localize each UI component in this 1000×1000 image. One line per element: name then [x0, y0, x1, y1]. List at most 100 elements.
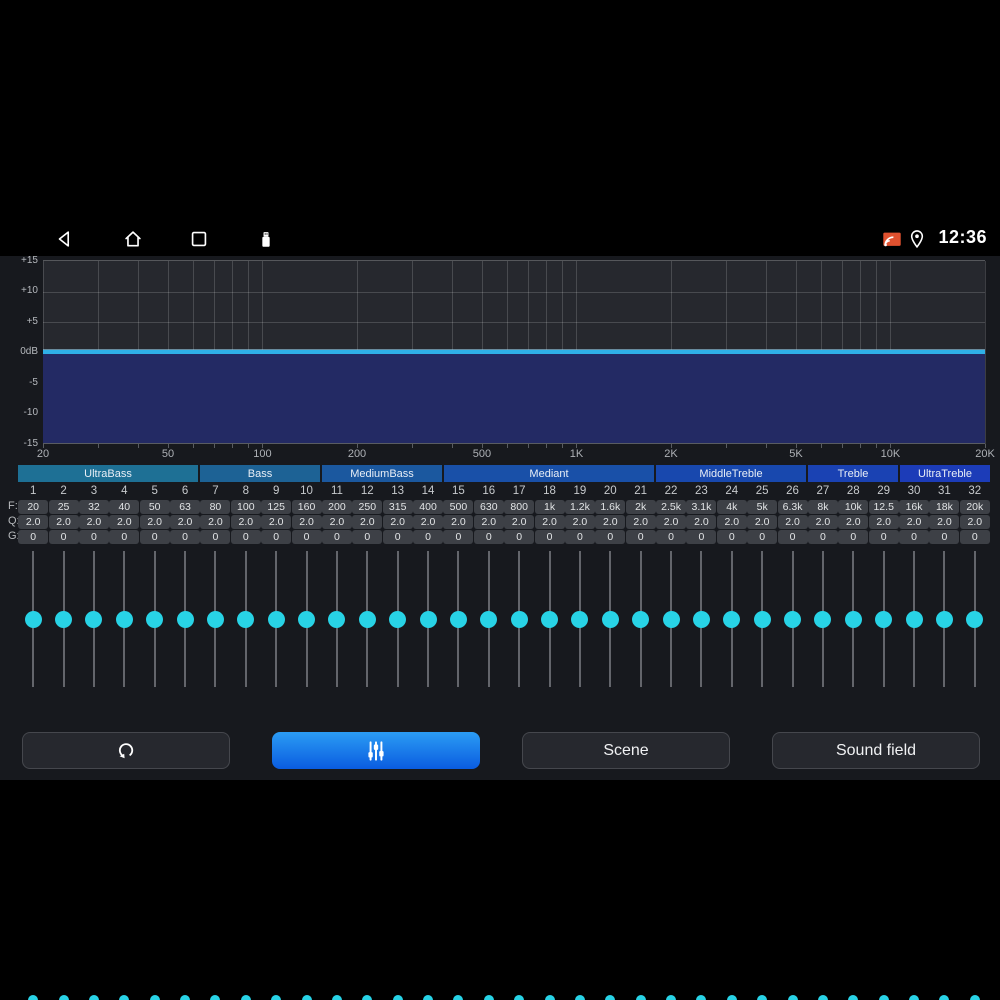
band-gain-chip[interactable]: 0	[321, 530, 352, 544]
band-frequency-chip[interactable]: 2k	[625, 500, 656, 514]
gain-slider-knob[interactable]	[419, 610, 437, 628]
gain-slider[interactable]	[322, 546, 352, 1000]
q-indicator-dot[interactable]	[119, 995, 130, 1000]
q-indicator-dot[interactable]	[392, 995, 403, 1000]
band-frequency-chip[interactable]: 16k	[899, 500, 930, 514]
band-frequency-chip[interactable]: 160	[291, 500, 322, 514]
band-frequency-chip[interactable]: 500	[443, 500, 474, 514]
band-frequency-chip[interactable]: 100	[230, 500, 261, 514]
gain-slider-knob[interactable]	[662, 610, 680, 628]
band-frequency-chip[interactable]: 630	[473, 500, 504, 514]
band-q-chip[interactable]: 2.0	[656, 515, 687, 529]
gain-slider-knob[interactable]	[632, 610, 650, 628]
gain-slider-knob[interactable]	[206, 610, 224, 628]
band-frequency-chip[interactable]: 20k	[959, 500, 990, 514]
gain-slider-knob[interactable]	[510, 610, 528, 628]
q-indicator-dot[interactable]	[817, 995, 828, 1000]
gain-slider[interactable]	[656, 546, 686, 1000]
band-frequency-chip[interactable]: 25	[48, 500, 79, 514]
band-q-chip[interactable]: 2.0	[838, 515, 869, 529]
band-gain-chip[interactable]: 0	[443, 530, 474, 544]
band-frequency-chip[interactable]: 3.1k	[686, 500, 717, 514]
band-frequency-chip[interactable]: 125	[261, 500, 292, 514]
usb-icon[interactable]	[255, 228, 277, 250]
q-indicator-dot[interactable]	[149, 995, 160, 1000]
band-frequency-chip[interactable]: 1.6k	[595, 500, 626, 514]
band-frequency-chip[interactable]: 18k	[929, 500, 960, 514]
q-indicator-dot[interactable]	[301, 995, 312, 1000]
gain-slider-knob[interactable]	[358, 610, 376, 628]
back-icon[interactable]	[54, 228, 76, 250]
gain-slider-knob[interactable]	[723, 610, 741, 628]
band-gain-chip[interactable]: 0	[473, 530, 504, 544]
band-gain-chip[interactable]: 0	[625, 530, 656, 544]
gain-slider[interactable]	[140, 546, 170, 1000]
gain-slider[interactable]	[717, 546, 747, 1000]
band-frequency-chip[interactable]: 63	[170, 500, 201, 514]
gain-slider[interactable]	[48, 546, 78, 1000]
band-gain-chip[interactable]: 0	[18, 530, 49, 544]
home-icon[interactable]	[122, 228, 144, 250]
band-q-chip[interactable]: 2.0	[534, 515, 565, 529]
band-q-chip[interactable]: 2.0	[747, 515, 778, 529]
band-gain-chip[interactable]: 0	[838, 530, 869, 544]
gain-slider-knob[interactable]	[176, 610, 194, 628]
band-frequency-chip[interactable]: 10k	[838, 500, 869, 514]
band-gain-chip[interactable]: 0	[899, 530, 930, 544]
band-q-chip[interactable]: 2.0	[230, 515, 261, 529]
gain-slider-knob[interactable]	[267, 610, 285, 628]
q-indicator-dot[interactable]	[909, 995, 920, 1000]
gain-slider[interactable]	[808, 546, 838, 1000]
band-q-chip[interactable]: 2.0	[443, 515, 474, 529]
gain-slider[interactable]	[352, 546, 382, 1000]
gain-slider-knob[interactable]	[55, 610, 73, 628]
q-indicator-dot[interactable]	[483, 995, 494, 1000]
gain-slider-knob[interactable]	[298, 610, 316, 628]
q-indicator-dot[interactable]	[757, 995, 768, 1000]
gain-slider[interactable]	[474, 546, 504, 1000]
band-frequency-chip[interactable]: 50	[139, 500, 170, 514]
gain-slider[interactable]	[443, 546, 473, 1000]
recents-icon[interactable]	[188, 228, 210, 250]
band-gain-chip[interactable]: 0	[413, 530, 444, 544]
q-indicator-dot[interactable]	[574, 995, 585, 1000]
gain-slider-knob[interactable]	[541, 610, 559, 628]
band-frequency-chip[interactable]: 40	[109, 500, 140, 514]
band-frequency-chip[interactable]: 20	[18, 500, 49, 514]
band-q-chip[interactable]: 2.0	[564, 515, 595, 529]
band-q-chip[interactable]: 2.0	[625, 515, 656, 529]
band-q-chip[interactable]: 2.0	[291, 515, 322, 529]
gain-slider[interactable]	[686, 546, 716, 1000]
q-indicator-dot[interactable]	[544, 995, 555, 1000]
band-q-chip[interactable]: 2.0	[48, 515, 79, 529]
gain-slider-knob[interactable]	[935, 610, 953, 628]
gain-slider[interactable]	[18, 546, 48, 1000]
band-q-chip[interactable]: 2.0	[382, 515, 413, 529]
band-q-chip[interactable]: 2.0	[777, 515, 808, 529]
gain-slider-knob[interactable]	[905, 610, 923, 628]
gain-slider-knob[interactable]	[24, 610, 42, 628]
gain-slider-knob[interactable]	[875, 610, 893, 628]
gain-slider-knob[interactable]	[966, 610, 984, 628]
band-frequency-chip[interactable]: 4k	[716, 500, 747, 514]
gain-slider[interactable]	[595, 546, 625, 1000]
band-gain-chip[interactable]: 0	[170, 530, 201, 544]
band-frequency-chip[interactable]: 5k	[747, 500, 778, 514]
gain-slider[interactable]	[170, 546, 200, 1000]
q-indicator-dot[interactable]	[453, 995, 464, 1000]
gain-slider-knob[interactable]	[389, 610, 407, 628]
q-indicator-dot[interactable]	[423, 995, 434, 1000]
band-gain-chip[interactable]: 0	[656, 530, 687, 544]
band-frequency-chip[interactable]: 200	[321, 500, 352, 514]
gain-slider[interactable]	[869, 546, 899, 1000]
q-indicator-dot[interactable]	[331, 995, 342, 1000]
gain-slider[interactable]	[777, 546, 807, 1000]
band-q-chip[interactable]: 2.0	[261, 515, 292, 529]
band-q-chip[interactable]: 2.0	[504, 515, 535, 529]
band-frequency-chip[interactable]: 1k	[534, 500, 565, 514]
q-indicator-dot[interactable]	[180, 995, 191, 1000]
band-gain-chip[interactable]: 0	[868, 530, 899, 544]
band-gain-chip[interactable]: 0	[959, 530, 990, 544]
gain-slider-knob[interactable]	[814, 610, 832, 628]
q-indicator-dot[interactable]	[787, 995, 798, 1000]
